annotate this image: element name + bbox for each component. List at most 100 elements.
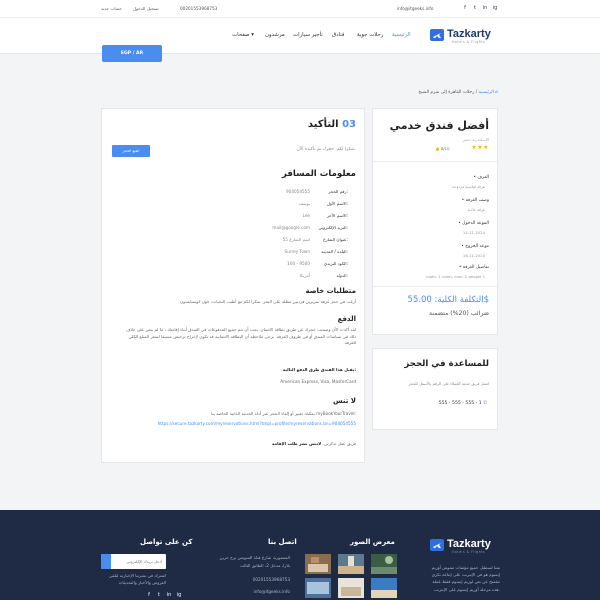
total-cost: التكلفة الكلية: 55.00$	[407, 295, 490, 305]
breadcrumb-home[interactable]: الرئيسية	[479, 90, 494, 95]
row-label: الاسم الآخر:	[326, 213, 348, 218]
row-value: 100 - 9500	[287, 261, 310, 266]
row-label: البريد الإلكتروني:	[318, 225, 348, 230]
nav-guides[interactable]: مرشدون	[265, 32, 285, 38]
row-value: 904054555	[286, 189, 310, 194]
brand-tagline: Hotels & Flights	[452, 40, 486, 44]
breadcrumb-current: رحلات القاهرة إلى شرم الشيخ	[418, 90, 475, 95]
instagram-icon[interactable]: ig	[176, 592, 182, 598]
contact-title: اتصل بنا	[268, 538, 297, 546]
hotel-summary-card: أفضل فندق خدمي الاسكندرية، مصر ★★★ 👍 8/1…	[372, 108, 498, 335]
row-value: يوسف	[298, 201, 310, 206]
thanks-message: شكرا لكم. حجزك تم تأكيده الآن.	[296, 147, 356, 152]
row-label: الاسم الأول:	[326, 201, 348, 206]
detail-label-checkout: • موعد الخروج	[461, 244, 489, 249]
help-text: اتصل فريق خدمة العملاء على الرقم بالأسفل…	[408, 381, 489, 386]
accepted-cards-label: يقبل هذا الفندق طرق الدفع التالية:	[283, 367, 356, 372]
phone-text: 00201553968753	[180, 6, 218, 11]
row-label: رقم الحجز:	[328, 189, 348, 194]
home-icon[interactable]: ⌂	[495, 90, 498, 95]
detail-value-room-details: night, 1 room, max: 2 people 1	[426, 274, 485, 279]
rating-value: 8/10	[440, 146, 450, 151]
facebook-icon[interactable]: f	[462, 5, 468, 11]
contact-address-2: بلازا، مدخل 2، الطابق الثالث	[240, 563, 290, 568]
top-bar: حساب جديد تسجيل الدخول 00201553968753 in…	[0, 0, 600, 18]
row-label: الكود البريدي:	[323, 261, 348, 266]
row-value: Lee	[302, 213, 310, 218]
row-label: عنوان الشارع:	[323, 237, 348, 242]
payment-text: لقد أكدت الأن وضمنت حجزك عن طريق بطاقة ا…	[126, 327, 356, 346]
dont-forget-title: لا تنس	[332, 397, 356, 405]
reservations-link[interactable]: https://secure.tazkarty.com/myreservatio…	[158, 421, 356, 426]
nav-car-rental[interactable]: تأجير سيارات	[293, 32, 323, 38]
special-requests-title: متطلبات خاصة	[305, 287, 356, 295]
detail-label-room-desc: • وصف الغرفة	[461, 198, 489, 203]
brand-name: Tazkarty	[447, 28, 491, 40]
gallery-title: معرض الصور	[350, 538, 395, 546]
confirmation-card: 03 التأكيد شكرا لكم. حجزك تم تأكيده الآن…	[101, 108, 365, 463]
currency-button[interactable]: EGP / AR	[102, 45, 162, 62]
accepted-cards-label-text: يقبل هذا الفندق طرق الدفع التالية:	[282, 367, 356, 372]
main-nav: Tazkarty Hotels & Flights الرئيسية رحلات…	[0, 18, 600, 62]
footer-brand-name: Tazkarty	[447, 538, 491, 550]
gallery-image[interactable]	[338, 554, 364, 574]
tax-note: ضرائب (20%) متضمنة	[428, 310, 489, 317]
plane-logo-icon	[430, 539, 444, 551]
star-rating-icon: ★★★	[471, 144, 489, 151]
hotel-rating: 👍 8/10	[435, 146, 449, 151]
divider	[373, 161, 497, 162]
login-link[interactable]: تسجيل الدخول	[133, 6, 159, 11]
contact-email[interactable]: info@itgeeks.info	[200, 588, 290, 595]
dont-forget-text: يمكنك تغيير أو إلغاء الحجز عبر أداة الخد…	[211, 411, 356, 416]
gallery-image[interactable]	[305, 578, 331, 598]
twitter-icon[interactable]: t	[156, 592, 162, 598]
detail-label-room-details: • تفاصيل الغرفة	[458, 265, 489, 270]
gallery-image[interactable]	[305, 554, 331, 574]
hotel-location: الاسكندرية، مصر	[462, 137, 489, 142]
twitter-icon[interactable]: t	[472, 5, 478, 11]
detail-value-checkin: 14-11-2020	[462, 230, 485, 235]
row-value: اسم الشارع 55	[282, 237, 310, 242]
site-logo[interactable]: Tazkarty Hotels & Flights	[430, 27, 510, 47]
gallery-image[interactable]	[338, 578, 364, 598]
thumbs-up-icon: 👍	[435, 146, 440, 151]
plane-logo-icon	[430, 29, 444, 41]
help-phone[interactable]: 555 - 555 - 555 - 1 ✆	[439, 401, 487, 406]
contact-phone[interactable]: 00201553968753	[200, 576, 290, 583]
nav-flights[interactable]: رحلات جوية	[357, 32, 383, 38]
detail-label-checkin: • الموعد الدخول	[458, 221, 489, 226]
linkedin-icon[interactable]: in	[482, 5, 488, 11]
print-booking-button[interactable]: اطبع الحجز	[112, 145, 150, 157]
detail-value-room-desc: غرفة عادية	[467, 207, 485, 212]
detail-value-room: غرفة قياسية مزدوجة	[452, 184, 485, 189]
nav-hotels[interactable]: فنادق	[332, 32, 344, 38]
instagram-icon[interactable]: ig	[492, 5, 498, 11]
accepted-cards: American Express, Visa, MasterCard	[280, 379, 356, 384]
nav-pages[interactable]: صفحات ▾	[232, 32, 254, 38]
nav-home[interactable]: الرئيسية	[392, 32, 411, 38]
gallery-image[interactable]	[371, 578, 397, 598]
special-requests-text: أرغب في حجز غرفة سريرين فرديين مطلة على …	[180, 299, 356, 304]
row-label: البلدة / المدينة:	[321, 249, 348, 254]
traveler-info-title: معلومات المسافر	[281, 169, 356, 179]
closing-note-rest: فريق عمل تذكرتي.	[322, 441, 356, 446]
footer-about: مثنا لسطنل جميع مؤشات مموش أوريم إيسوم ه…	[431, 565, 500, 592]
phone-icon: ✆	[483, 401, 487, 406]
step-number: 03	[342, 119, 356, 130]
linkedin-icon[interactable]: in	[166, 592, 172, 598]
email-text: info@itgeeks.info	[397, 6, 434, 11]
gallery-image[interactable]	[371, 554, 397, 574]
facebook-icon[interactable]: f	[146, 592, 152, 598]
step-label: التأكيد	[307, 119, 339, 130]
phone-number: 555 - 555 - 555 - 1	[438, 401, 482, 406]
breadcrumb-separator: /	[474, 90, 478, 95]
row-value: mail@google.com	[272, 225, 310, 230]
contact-address-1: المنصورة، شارع قناة السويس برج حرين	[219, 555, 290, 560]
footer: Tazkarty Hotels & Flights مثنا لسطنل جمي…	[0, 510, 600, 600]
help-title: للمساعدة في الحجز	[404, 359, 489, 369]
divider	[373, 286, 497, 287]
signup-link[interactable]: حساب جديد	[101, 6, 122, 11]
breadcrumb: ⌂ الرئيسية / رحلات القاهرة إلى شرم الشيخ	[418, 90, 498, 95]
newsletter-submit-button[interactable]	[101, 554, 111, 569]
payment-title: الدفع	[337, 315, 356, 323]
